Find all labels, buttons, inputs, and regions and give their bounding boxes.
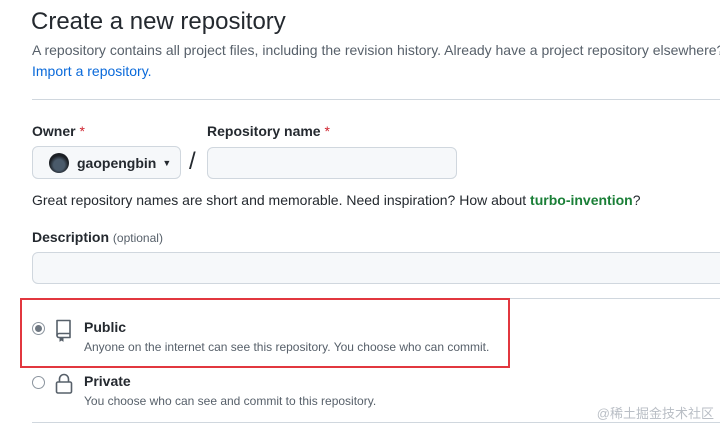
owner-avatar bbox=[49, 152, 69, 173]
owner-repo-separator: / bbox=[189, 148, 196, 175]
repo-name-input[interactable] bbox=[207, 147, 457, 179]
watermark-text: @稀土掘金技术社区 bbox=[596, 406, 714, 421]
repo-icon bbox=[54, 318, 74, 347]
private-option-title: Private bbox=[84, 373, 131, 389]
repo-name-label: Repository name * bbox=[207, 123, 330, 139]
private-option-description: You choose who can see and commit to thi… bbox=[84, 394, 377, 408]
owner-required-mark: * bbox=[79, 123, 85, 139]
owner-label-text: Owner bbox=[32, 123, 76, 139]
repo-name-suggestion[interactable]: turbo-invention bbox=[530, 192, 633, 208]
description-input[interactable] bbox=[32, 252, 720, 284]
lock-icon bbox=[54, 372, 74, 401]
header-divider bbox=[32, 99, 720, 100]
caret-down-icon: ▼ bbox=[162, 157, 172, 168]
private-radio[interactable] bbox=[32, 376, 45, 389]
public-radio[interactable] bbox=[32, 322, 45, 335]
public-option-description: Anyone on the internet can see this repo… bbox=[84, 340, 490, 354]
owner-name: gaopengbin bbox=[77, 154, 157, 171]
owner-select-button[interactable]: gaopengbin ▼ bbox=[32, 146, 181, 179]
hint-suffix: ? bbox=[632, 192, 641, 208]
import-repository-link[interactable]: Import a repository. bbox=[32, 63, 152, 79]
page-subtitle: A repository contains all project files,… bbox=[32, 42, 720, 58]
visibility-divider bbox=[32, 422, 720, 423]
create-repository-page: Create a new repository A repository con… bbox=[0, 0, 720, 425]
public-option-title: Public bbox=[84, 319, 127, 335]
repo-name-hint: Great repository names are short and mem… bbox=[32, 192, 641, 208]
description-label-text: Description bbox=[32, 229, 110, 245]
owner-label: Owner * bbox=[32, 123, 85, 139]
hint-prefix: Great repository names are short and mem… bbox=[32, 192, 531, 208]
repo-name-label-text: Repository name bbox=[207, 123, 321, 139]
description-label: Description (optional) bbox=[32, 229, 163, 245]
repo-name-required-mark: * bbox=[324, 123, 330, 139]
description-optional-note: (optional) bbox=[112, 231, 163, 245]
page-title: Create a new repository bbox=[31, 8, 286, 35]
